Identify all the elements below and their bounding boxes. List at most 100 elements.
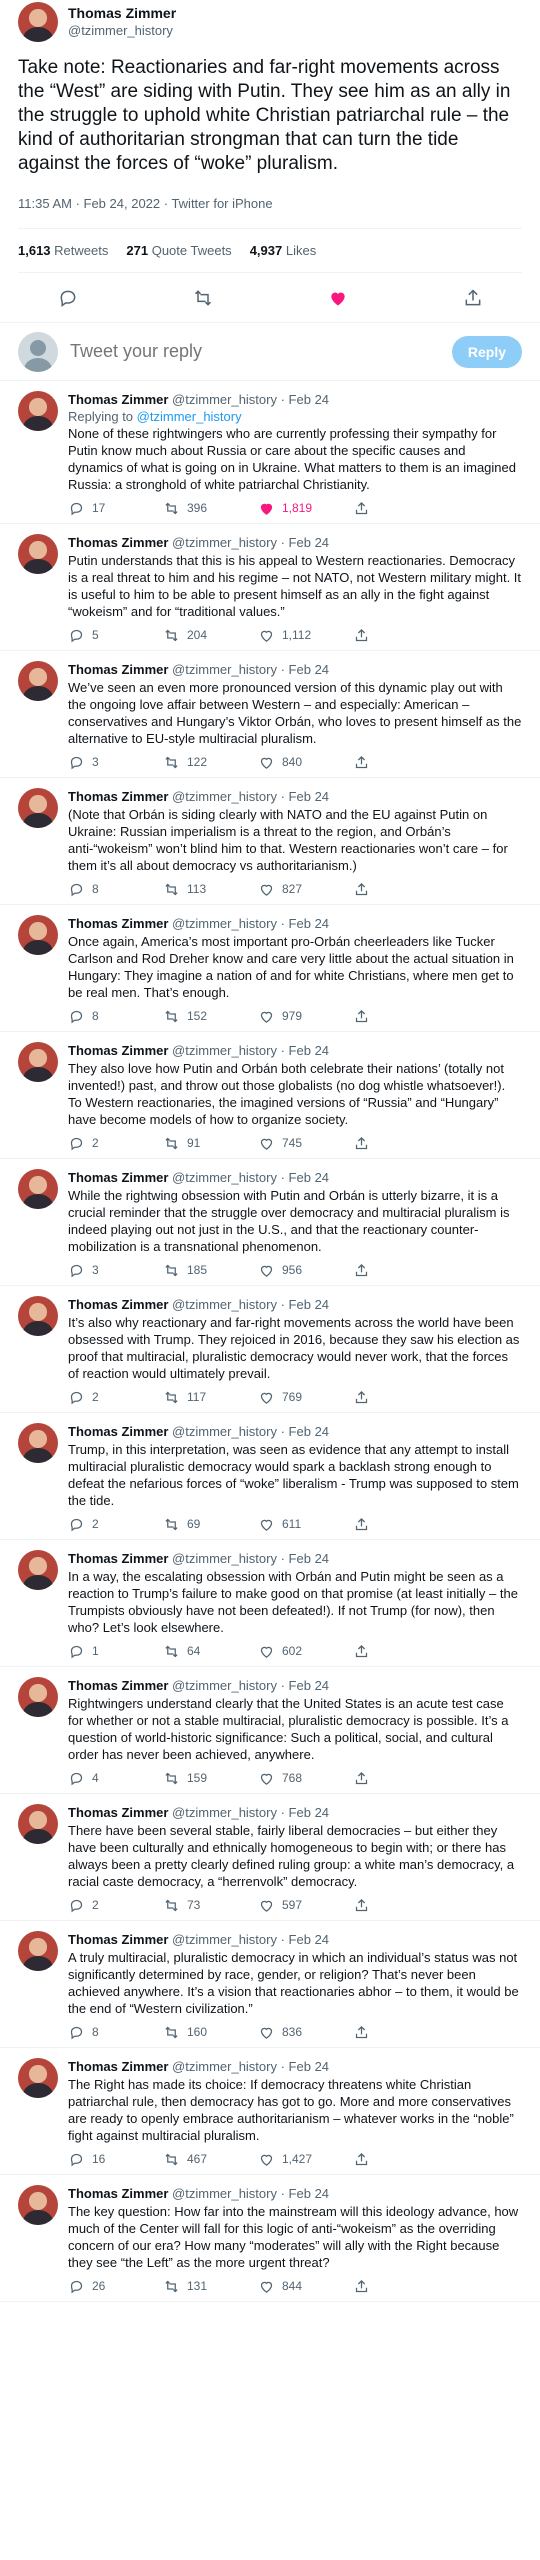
retweet-action[interactable]: 152 (163, 1008, 258, 1024)
like-action[interactable]: 956 (258, 1262, 353, 1278)
share-action[interactable] (353, 1135, 448, 1151)
like-action[interactable]: 597 (258, 1897, 353, 1913)
author-name[interactable]: Thomas Zimmer (68, 789, 168, 804)
reply-action[interactable]: 5 (68, 627, 163, 643)
author-name[interactable]: Thomas Zimmer (68, 2186, 168, 2201)
tweet-date[interactable]: · Feb 24 (281, 1170, 329, 1185)
reply-action[interactable]: 3 (68, 754, 163, 770)
author-handle[interactable]: @tzimmer_history (172, 1551, 277, 1566)
like-action[interactable]: 1,427 (258, 2151, 353, 2167)
avatar[interactable] (18, 788, 58, 828)
like-action[interactable]: 1,819 (258, 500, 353, 516)
thread-tweet[interactable]: Thomas Zimmer @tzimmer_history · Feb 24 … (0, 778, 540, 905)
thread-tweet[interactable]: Thomas Zimmer @tzimmer_history · Feb 24 … (0, 381, 540, 524)
tweet-date[interactable]: · Feb 24 (281, 1551, 329, 1566)
avatar[interactable] (18, 1296, 58, 1336)
author-name[interactable]: Thomas Zimmer (68, 1805, 168, 1820)
avatar[interactable] (18, 1804, 58, 1844)
author-handle[interactable]: @tzimmer_history (68, 22, 176, 40)
like-action[interactable]: 769 (258, 1389, 353, 1405)
retweet-action[interactable]: 185 (163, 1262, 258, 1278)
share-action[interactable] (353, 1516, 448, 1532)
reply-action[interactable]: 4 (68, 1770, 163, 1786)
reply-action[interactable]: 2 (68, 1389, 163, 1405)
author-handle[interactable]: @tzimmer_history (172, 1805, 277, 1820)
tweet-date[interactable]: · Feb 24 (281, 1297, 329, 1312)
like-action[interactable]: 979 (258, 1008, 353, 1024)
heart-icon[interactable] (328, 288, 348, 308)
avatar[interactable] (18, 1677, 58, 1717)
author-name[interactable]: Thomas Zimmer (68, 1297, 168, 1312)
reply-icon[interactable] (58, 288, 78, 308)
tweet-date[interactable]: · Feb 24 (281, 1805, 329, 1820)
author-handle[interactable]: @tzimmer_history (172, 1297, 277, 1312)
tweet-date[interactable]: · Feb 24 (281, 1424, 329, 1439)
thread-tweet[interactable]: Thomas Zimmer @tzimmer_history · Feb 24 … (0, 651, 540, 778)
avatar[interactable] (18, 1423, 58, 1463)
avatar[interactable] (18, 1550, 58, 1590)
share-action[interactable] (353, 754, 448, 770)
tweet-date[interactable]: · Feb 24 (281, 916, 329, 931)
share-action[interactable] (353, 1008, 448, 1024)
share-icon[interactable] (463, 288, 483, 308)
author-handle[interactable]: @tzimmer_history (172, 1424, 277, 1439)
tweet-date[interactable]: · Feb 24 (281, 1043, 329, 1058)
like-action[interactable]: 602 (258, 1643, 353, 1659)
thread-tweet[interactable]: Thomas Zimmer @tzimmer_history · Feb 24 … (0, 1921, 540, 2048)
avatar[interactable] (18, 661, 58, 701)
author-handle[interactable]: @tzimmer_history (172, 2059, 277, 2074)
author-handle[interactable]: @tzimmer_history (172, 1932, 277, 1947)
author-name[interactable]: Thomas Zimmer (68, 662, 168, 677)
share-action[interactable] (353, 881, 448, 897)
reply-action[interactable]: 8 (68, 2024, 163, 2040)
author-name[interactable]: Thomas Zimmer (68, 916, 168, 931)
author-name[interactable]: Thomas Zimmer (68, 1551, 168, 1566)
author-handle[interactable]: @tzimmer_history (172, 1678, 277, 1693)
likes-stat[interactable]: 4,937 Likes (250, 243, 317, 258)
retweet-icon[interactable] (193, 288, 213, 308)
tweet-date[interactable]: · Feb 24 (281, 2059, 329, 2074)
author-handle[interactable]: @tzimmer_history (172, 535, 277, 550)
share-action[interactable] (353, 2278, 448, 2294)
share-action[interactable] (353, 1897, 448, 1913)
share-action[interactable] (353, 2151, 448, 2167)
thread-tweet[interactable]: Thomas Zimmer @tzimmer_history · Feb 24 … (0, 1159, 540, 1286)
retweet-action[interactable]: 467 (163, 2151, 258, 2167)
author-name[interactable]: Thomas Zimmer (68, 1043, 168, 1058)
replying-to-link[interactable]: @tzimmer_history (137, 409, 242, 424)
reply-action[interactable]: 2 (68, 1135, 163, 1151)
tweet-date[interactable]: · Feb 24 (281, 535, 329, 550)
author-name[interactable]: Thomas Zimmer (68, 2059, 168, 2074)
author-name[interactable]: Thomas Zimmer (68, 392, 168, 407)
like-action[interactable]: 840 (258, 754, 353, 770)
reply-action[interactable]: 26 (68, 2278, 163, 2294)
like-action[interactable]: 1,112 (258, 627, 353, 643)
tweet-date[interactable]: · Feb 24 (281, 1678, 329, 1693)
author-name[interactable]: Thomas Zimmer (68, 1170, 168, 1185)
share-action[interactable] (353, 500, 448, 516)
thread-tweet[interactable]: Thomas Zimmer @tzimmer_history · Feb 24 … (0, 1667, 540, 1794)
avatar[interactable] (18, 2185, 58, 2225)
author-handle[interactable]: @tzimmer_history (172, 392, 277, 407)
author-handle[interactable]: @tzimmer_history (172, 662, 277, 677)
thread-tweet[interactable]: Thomas Zimmer @tzimmer_history · Feb 24 … (0, 905, 540, 1032)
author-handle[interactable]: @tzimmer_history (172, 2186, 277, 2201)
like-action[interactable]: 827 (258, 881, 353, 897)
retweets-stat[interactable]: 1,613 Retweets (18, 243, 108, 258)
avatar[interactable] (18, 1042, 58, 1082)
reply-action[interactable]: 1 (68, 1643, 163, 1659)
like-action[interactable]: 836 (258, 2024, 353, 2040)
retweet-action[interactable]: 113 (163, 881, 258, 897)
reply-action[interactable]: 8 (68, 881, 163, 897)
avatar[interactable] (18, 1169, 58, 1209)
retweet-action[interactable]: 204 (163, 627, 258, 643)
reply-input[interactable] (70, 341, 452, 362)
thread-tweet[interactable]: Thomas Zimmer @tzimmer_history · Feb 24 … (0, 524, 540, 651)
reply-action[interactable]: 2 (68, 1897, 163, 1913)
retweet-action[interactable]: 91 (163, 1135, 258, 1151)
thread-tweet[interactable]: Thomas Zimmer @tzimmer_history · Feb 24 … (0, 2175, 540, 2302)
retweet-action[interactable]: 159 (163, 1770, 258, 1786)
like-action[interactable]: 611 (258, 1516, 353, 1532)
retweet-action[interactable]: 117 (163, 1389, 258, 1405)
retweet-action[interactable]: 73 (163, 1897, 258, 1913)
